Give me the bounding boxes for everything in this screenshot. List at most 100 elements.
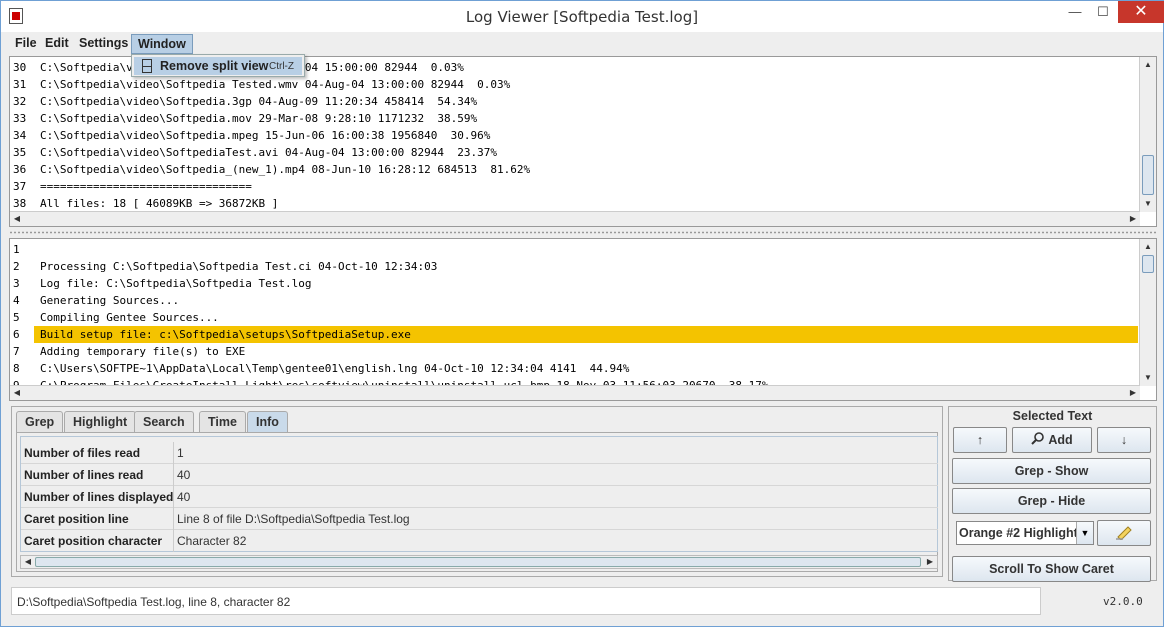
- scroll-right-arrow-icon[interactable]: ▶: [1126, 212, 1140, 226]
- info-label: Number of files read: [24, 446, 141, 460]
- grep-hide-button[interactable]: Grep - Hide: [952, 488, 1151, 514]
- log-line[interactable]: All files: 18 [ 46089KB => 36872KB ]: [40, 195, 278, 212]
- info-label: Number of lines displayed: [24, 490, 174, 504]
- window-menu-dropdown: Remove split view Ctrl-Z: [131, 54, 305, 77]
- top-vertical-scrollbar[interactable]: ▲ ▼: [1139, 57, 1156, 212]
- next-occurrence-button[interactable]: ↓: [1097, 427, 1151, 453]
- bottom-log-pane[interactable]: 1 2 Processing C:\Softpedia\Softpedia Test…: [9, 238, 1157, 401]
- remove-split-view-item[interactable]: Remove split view Ctrl-Z: [134, 57, 302, 75]
- maximize-button[interactable]: ☐: [1086, 1, 1120, 23]
- line-number: 7: [13, 345, 20, 358]
- log-line[interactable]: C:\Softpedia\video\Softpedia.3gp 04-Aug-…: [40, 93, 477, 110]
- log-line[interactable]: Build setup file: c:\Softpedia\setups\So…: [40, 326, 411, 343]
- scroll-left-arrow-icon[interactable]: ◀: [10, 386, 24, 400]
- info-horizontal-scrollbar[interactable]: ◀ ▶: [20, 555, 938, 569]
- close-button[interactable]: ✕: [1118, 1, 1164, 23]
- log-line[interactable]: C:\Softpedia\video\Softpedia.mov 29-Mar-…: [40, 110, 477, 127]
- top-log-pane[interactable]: 30C:\Softpedia\video\Softpedia.wmv 04-Au…: [9, 56, 1157, 227]
- scroll-thumb[interactable]: [1142, 155, 1154, 195]
- log-line[interactable]: C:\Softpedia\video\SoftpediaTest.avi 04-…: [40, 144, 497, 161]
- log-line[interactable]: Processing C:\Softpedia\Softpedia Test.c…: [40, 258, 437, 275]
- apply-highlight-button[interactable]: [1097, 520, 1151, 546]
- chevron-down-icon[interactable]: ▼: [1076, 522, 1093, 544]
- line-number: 3: [13, 277, 20, 290]
- log-line[interactable]: Adding temporary file(s) to EXE: [40, 343, 245, 360]
- log-line[interactable]: Compiling Gentee Sources...: [40, 309, 219, 326]
- info-value: 40: [173, 464, 938, 486]
- line-number: 31: [13, 78, 27, 91]
- grep-show-button[interactable]: Grep - Show: [952, 458, 1151, 484]
- log-line[interactable]: C:\Users\SOFTPE~1\AppData\Local\Temp\gen…: [40, 360, 629, 377]
- split-divider[interactable]: [9, 228, 1157, 237]
- scroll-right-arrow-icon[interactable]: ▶: [923, 555, 937, 569]
- scroll-thumb[interactable]: [1142, 255, 1154, 273]
- tab-highlight[interactable]: Highlight: [64, 411, 137, 432]
- tab-search[interactable]: Search: [134, 411, 194, 432]
- line-number: 35: [13, 146, 27, 159]
- tab-time[interactable]: Time: [199, 411, 246, 432]
- line-number: 1: [13, 243, 20, 256]
- tab-grep[interactable]: Grep: [16, 411, 64, 432]
- title-bar[interactable]: Log Viewer [Softpedia Test.log] — ☐ ✕: [1, 1, 1164, 32]
- status-text: D:\Softpedia\Softpedia Test.log, line 8,…: [11, 587, 1041, 615]
- scroll-thumb[interactable]: [35, 557, 921, 567]
- app-window: Log Viewer [Softpedia Test.log] — ☐ ✕ Fi…: [0, 0, 1164, 627]
- info-content: Number of files read 1 Number of lines r…: [16, 432, 938, 572]
- highlighter-icon: [1116, 526, 1132, 541]
- line-number: 36: [13, 163, 27, 176]
- line-number: 37: [13, 180, 27, 193]
- line-number: 4: [13, 294, 20, 307]
- info-row: Caret position line Line 8 of file D:\So…: [21, 508, 938, 530]
- info-value: Line 8 of file D:\Softpedia\Softpedia Te…: [173, 508, 938, 530]
- arrow-up-icon: ↑: [976, 433, 984, 447]
- remove-split-view-label: Remove split view: [160, 59, 269, 73]
- info-row: Number of lines read 40: [21, 464, 938, 486]
- highlight-color-select[interactable]: Orange #2 Highlight ▼: [956, 521, 1094, 545]
- log-line[interactable]: Generating Sources...: [40, 292, 179, 309]
- scroll-right-arrow-icon[interactable]: ▶: [1126, 386, 1140, 400]
- arrow-down-icon: ↓: [1120, 433, 1128, 447]
- log-line[interactable]: C:\Softpedia\video\Softpedia.mpeg 15-Jun…: [40, 127, 490, 144]
- bottom-horizontal-scrollbar[interactable]: ◀ ▶: [10, 385, 1140, 400]
- selected-text-panel: Selected Text ↑ Add ↓ Grep - Show Grep -…: [948, 406, 1157, 582]
- menu-edit[interactable]: Edit: [39, 34, 75, 54]
- highlight-select-value: Orange #2 Highlight: [959, 526, 1078, 540]
- info-value: 1: [173, 442, 938, 464]
- menu-file[interactable]: File: [9, 34, 43, 54]
- log-line[interactable]: C:\Softpedia\video\Softpedia_(new_1).mp4…: [40, 161, 530, 178]
- log-line[interactable]: C:\Softpedia\video\Softpedia Tested.wmv …: [40, 76, 510, 93]
- remove-split-view-shortcut: Ctrl-Z: [269, 61, 294, 72]
- info-row: Number of files read 1: [21, 442, 938, 464]
- log-line[interactable]: Log file: C:\Softpedia\Softpedia Test.lo…: [40, 275, 312, 292]
- bottom-vertical-scrollbar[interactable]: ▲ ▼: [1139, 239, 1156, 386]
- info-table: Number of files read 1 Number of lines r…: [20, 436, 938, 552]
- line-number: 34: [13, 129, 27, 142]
- menu-settings[interactable]: Settings: [73, 34, 134, 54]
- scroll-to-caret-button[interactable]: Scroll To Show Caret: [952, 556, 1151, 582]
- line-number: 2: [13, 260, 20, 273]
- line-number: 32: [13, 95, 27, 108]
- menu-bar: File Edit Settings Window: [9, 32, 1157, 54]
- scroll-up-arrow-icon[interactable]: ▲: [1140, 57, 1156, 73]
- scroll-up-arrow-icon[interactable]: ▲: [1140, 239, 1156, 255]
- top-horizontal-scrollbar[interactable]: ◀ ▶: [10, 211, 1140, 226]
- info-panel: Grep Highlight Search Time Info Number o…: [11, 406, 943, 577]
- scroll-down-arrow-icon[interactable]: ▼: [1140, 196, 1156, 212]
- line-number: 6: [13, 328, 20, 341]
- info-value: 40: [173, 486, 938, 508]
- add-label: Add: [1048, 433, 1073, 447]
- window-title: Log Viewer [Softpedia Test.log]: [465, 8, 699, 26]
- scroll-left-arrow-icon[interactable]: ◀: [10, 212, 24, 226]
- tab-info[interactable]: Info: [247, 411, 288, 432]
- log-line[interactable]: ================================: [40, 178, 252, 195]
- previous-occurrence-button[interactable]: ↑: [953, 427, 1007, 453]
- add-selected-button[interactable]: Add: [1012, 427, 1092, 453]
- info-row: Caret position character Character 82: [21, 530, 938, 552]
- line-number: 5: [13, 311, 20, 324]
- info-label: Caret position line: [24, 512, 129, 526]
- info-label: Caret position character: [24, 534, 163, 548]
- status-bar: D:\Softpedia\Softpedia Test.log, line 8,…: [11, 587, 1157, 617]
- scroll-left-arrow-icon[interactable]: ◀: [21, 555, 35, 569]
- menu-window[interactable]: Window: [131, 34, 193, 54]
- scroll-down-arrow-icon[interactable]: ▼: [1140, 370, 1156, 386]
